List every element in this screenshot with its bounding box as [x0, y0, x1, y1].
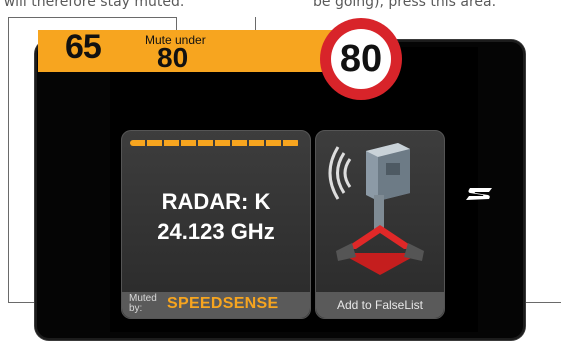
callout-line	[8, 17, 177, 18]
muted-source: SPEEDSENSE	[167, 295, 279, 312]
add-to-falselist-button[interactable]: Add to FalseList	[315, 130, 445, 319]
radar-panel[interactable]: RADAR: K 24.123 GHz Muted by: SPEEDSENSE	[121, 130, 311, 319]
speed-limit-sign: 80	[320, 18, 402, 100]
speedsense-logo-icon	[466, 188, 492, 200]
speed-bar: 65 Mute under 80 80	[38, 18, 402, 100]
callout-caption-left: rt will therefore stay muted.	[0, 0, 185, 10]
current-speed: 65	[65, 28, 102, 66]
mute-threshold: 80	[157, 42, 189, 73]
signal-strength-bar	[130, 140, 300, 146]
falselist-footer: Add to FalseList	[316, 292, 444, 318]
radar-band: RADAR: K	[161, 189, 271, 214]
radar-frequency: 24.123 GHz	[157, 219, 275, 244]
muted-by-label: Muted by:	[129, 293, 157, 314]
speed-limit-value: 80	[331, 29, 391, 89]
callout-line	[8, 17, 9, 303]
muted-by-footer: Muted by: SPEEDSENSE	[122, 292, 310, 318]
radar-camera-icon	[328, 143, 424, 275]
add-to-falselist-label: Add to FalseList	[336, 298, 424, 312]
callout-caption-right: be going), press this area.	[313, 0, 497, 10]
